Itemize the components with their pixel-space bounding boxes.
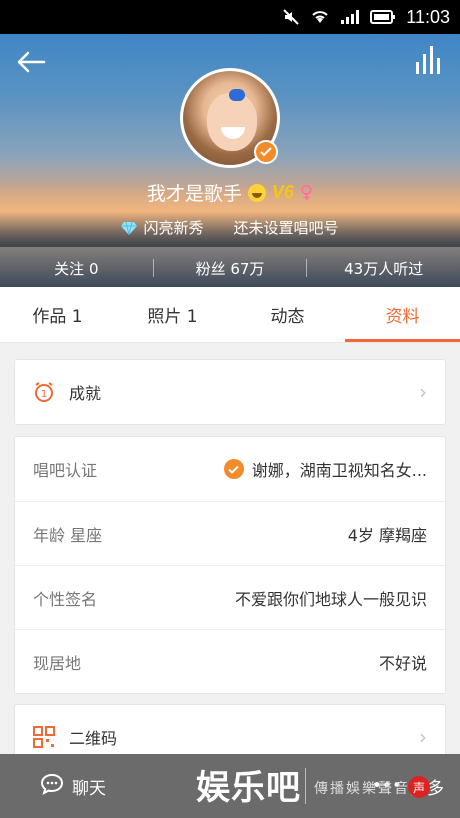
chevron-right-icon: ›: [419, 380, 427, 404]
watermark-divider: [305, 768, 306, 804]
username: 我才是歌手: [146, 183, 242, 205]
svg-text:1: 1: [41, 389, 47, 400]
status-bar: 11:03: [0, 0, 460, 34]
profile-header: 我才是歌手 V6 ♀ 闪亮新秀 还未设置唱吧号 关注 0 粉丝 67万 43万人…: [0, 34, 460, 287]
info-row-age-zodiac: 年龄 星座 4岁 摩羯座: [15, 501, 445, 565]
vip-badge: V6: [271, 182, 294, 202]
location-value: 不好说: [378, 653, 427, 673]
verified-icon: [254, 140, 278, 164]
wifi-icon: [310, 9, 330, 25]
clock: 11:03: [406, 6, 450, 27]
chat-button[interactable]: 聊天: [40, 773, 106, 800]
chevron-right-icon: ›: [419, 725, 427, 749]
watermark-logo: 娱乐吧: [196, 768, 301, 808]
achievement-row[interactable]: 1 成就 ›: [15, 360, 445, 424]
mute-icon: [282, 8, 300, 26]
certification-value-wrap: 谢娜，湖南卫视知名女...: [223, 457, 427, 481]
bottom-action-bar: 聊天 ••• 更多 娱乐吧 傳播娛樂聲音 声: [0, 754, 460, 818]
avatar[interactable]: [180, 68, 280, 168]
battery-icon: [370, 9, 396, 25]
level-line: 闪亮新秀 还未设置唱吧号: [0, 217, 460, 238]
diamond-icon: [121, 221, 138, 235]
info-card: 唱吧认证 谢娜，湖南卫视知名女... 年龄 星座 4岁 摩羯座 个性签名 不爱跟…: [14, 436, 446, 694]
tab-profile-info[interactable]: 资料: [345, 287, 460, 342]
certification-value: 谢娜，湖南卫视知名女...: [251, 461, 427, 480]
smiley-icon: [247, 183, 266, 202]
singbar-id-text: 还未设置唱吧号: [233, 219, 339, 237]
watermark-seal: 声: [408, 776, 430, 798]
listens-count: 43万人听过: [344, 259, 424, 278]
watermark-slogan: 傳播娛樂聲音: [314, 781, 410, 797]
level-text: 闪亮新秀: [143, 219, 204, 237]
fans-count[interactable]: 粉丝 67万: [154, 258, 307, 279]
info-row-signature: 个性签名 不爱跟你们地球人一般见识: [15, 565, 445, 629]
info-row-certification: 唱吧认证 谢娜，湖南卫视知名女...: [15, 437, 445, 501]
chat-bubble-icon: [40, 773, 64, 800]
info-row-location: 现居地 不好说: [15, 629, 445, 693]
certification-label: 唱吧认证: [33, 461, 98, 480]
qr-label: 二维码: [69, 729, 118, 748]
profile-counts: 关注 0 粉丝 67万 43万人听过: [0, 252, 460, 284]
age-zodiac-value: 4岁 摩羯座: [347, 525, 427, 545]
back-arrow-icon[interactable]: [14, 48, 48, 76]
qr-code-icon: [33, 726, 55, 748]
signature-label: 个性签名: [33, 589, 98, 609]
stats-bars-icon[interactable]: [414, 44, 444, 76]
location-label: 现居地: [33, 653, 82, 673]
achievement-card[interactable]: 1 成就 ›: [14, 359, 446, 425]
signature-value: 不爱跟你们地球人一般见识: [234, 589, 427, 609]
female-icon: ♀: [299, 182, 314, 203]
tab-works[interactable]: 作品 1: [0, 287, 115, 342]
following-count[interactable]: 关注 0: [0, 258, 153, 279]
username-row: 我才是歌手 V6 ♀: [0, 179, 460, 206]
alarm-clock-icon: 1: [33, 381, 55, 403]
tab-photos[interactable]: 照片 1: [115, 287, 230, 342]
age-zodiac-label: 年龄 星座: [33, 525, 103, 545]
profile-tabs: 作品 1 照片 1 动态 资料: [0, 287, 460, 343]
chat-label: 聊天: [72, 778, 106, 799]
certified-check-icon: [223, 459, 244, 479]
tab-activity[interactable]: 动态: [230, 287, 345, 342]
achievement-label: 成就: [69, 384, 102, 403]
signal-icon: [340, 9, 360, 25]
